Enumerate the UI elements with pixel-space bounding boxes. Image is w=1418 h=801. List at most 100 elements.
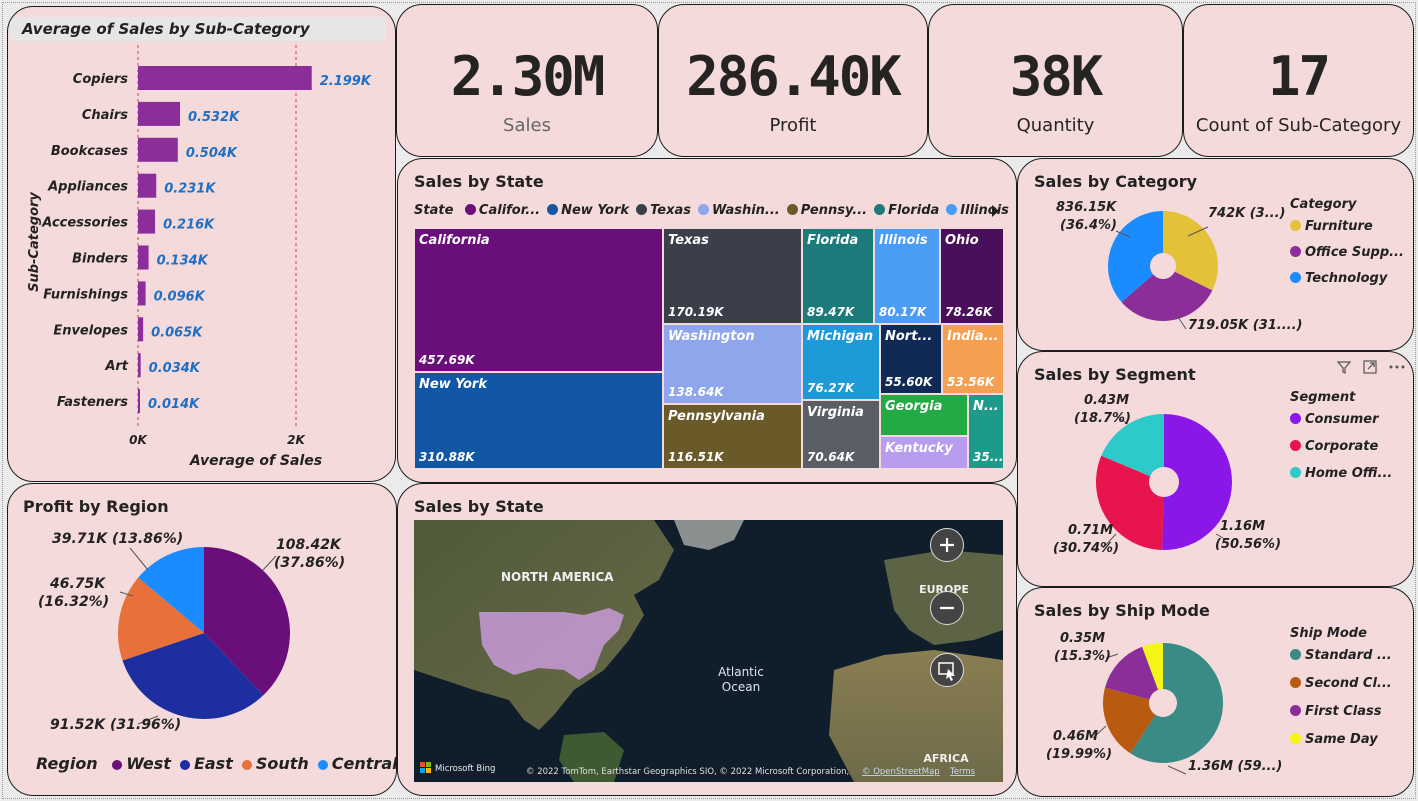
treemap-cell[interactable]: California 457.69K [414, 228, 663, 372]
bar[interactable] [138, 66, 312, 90]
treemap-cell-name: Pennsylvania [668, 409, 765, 424]
treemap-cell-value: 457.69K [419, 353, 475, 367]
map-terms-link[interactable]: Terms [949, 767, 976, 777]
treemap-cell[interactable]: Ohio 78.26K [940, 228, 1004, 324]
bar[interactable] [138, 101, 181, 126]
region-pie-card[interactable]: Profit by Region 108.42K (37.86%) 91.52K… [7, 483, 397, 796]
legend-item[interactable]: Second Cl... [1290, 676, 1392, 691]
treemap-area: California 457.69K New York 310.88K Texas 170… [414, 228, 1004, 469]
category-tick-label: Furnishings [43, 287, 128, 302]
legend-item[interactable]: Office Supp... [1290, 245, 1404, 260]
filter-icon[interactable] [1336, 359, 1352, 375]
kpi-profit-card[interactable]: 286.40K Profit [658, 4, 928, 157]
legend-item[interactable]: Califor... [464, 203, 540, 218]
category-tick-label: Envelopes [53, 323, 128, 338]
treemap-cell-name: Texas [668, 233, 709, 248]
legend-item[interactable]: Washin... [697, 203, 780, 218]
category-donut-card[interactable]: Sales by Category 742K (3...) 719.05K (3… [1017, 158, 1414, 351]
treemap-cell-name: Ohio [945, 233, 979, 248]
treemap-cell[interactable]: Texas 170.19K [663, 228, 802, 324]
treemap-cell[interactable]: Georgia [880, 394, 968, 436]
treemap-cell[interactable]: N... 35... [968, 394, 1004, 469]
treemap-cell[interactable]: Kentucky [880, 436, 968, 469]
kpi-count-card[interactable]: 17 Count of Sub-Category [1183, 4, 1414, 157]
legend-scroll-arrow-icon[interactable] [992, 205, 999, 217]
legend-item[interactable]: Central [317, 754, 397, 773]
region-label-east: 91.52K (31.96%) [50, 717, 182, 733]
category-tick-label: Accessories [41, 216, 128, 231]
legend-item[interactable]: West [112, 754, 171, 773]
treemap-cell[interactable]: Pennsylvania 116.51K [663, 404, 802, 469]
treemap-cell-value: 170.19K [668, 305, 724, 319]
bar-data-label: 0.216K [163, 218, 215, 233]
treemap-cell[interactable]: New York 310.88K [414, 372, 663, 469]
bar[interactable] [138, 281, 146, 306]
kpi-quantity-card[interactable]: 38K Quantity [928, 4, 1183, 157]
segment-label-consumer-pct: (50.56%) [1215, 537, 1282, 552]
state-treemap-card[interactable]: Sales by State State Califor... New York T… [397, 158, 1017, 483]
focus-mode-icon[interactable] [1362, 359, 1378, 375]
zoom-out-button[interactable] [930, 591, 964, 625]
legend-item[interactable]: Illinois [946, 203, 1009, 218]
bar[interactable] [138, 137, 178, 162]
legend-item[interactable]: Furniture [1290, 219, 1373, 234]
legend-label: Central [331, 754, 397, 773]
region-label-central: 39.71K (13.86%) [52, 531, 184, 547]
treemap-cell[interactable]: Florida 89.47K [802, 228, 874, 324]
legend-item[interactable]: Corporate [1290, 439, 1378, 454]
map-viewport[interactable]: NORTH AMERICA Atlantic Ocean EUROPE AFRI… [414, 520, 1003, 782]
treemap-cell[interactable]: Illinois 80.17K [874, 228, 940, 324]
kpi-sales-card[interactable]: 2.30M Sales [396, 4, 658, 157]
legend-item[interactable]: First Class [1290, 704, 1381, 719]
x-tick-label: 2K [287, 433, 306, 447]
category-legend: Category Furniture Office Supp... Technolog… [1290, 197, 1410, 307]
bar[interactable] [138, 317, 144, 342]
plus-icon [939, 537, 954, 552]
svg-text:Microsoft Bing: Microsoft Bing [435, 764, 495, 774]
legend-dot-icon [547, 204, 559, 215]
treemap-cell-value: 70.64K [807, 450, 855, 464]
treemap-cell[interactable]: Nort... 55.60K [880, 324, 942, 394]
category-label-furniture: 742K (3...) [1208, 206, 1286, 221]
legend-item[interactable]: Consumer [1290, 412, 1379, 427]
state-map-card[interactable]: Sales by State NORTH AMERICA Atlantic Oc… [397, 483, 1017, 796]
legend-dot-icon [1290, 733, 1301, 744]
legend-dot-icon [464, 204, 476, 215]
legend-item[interactable]: Texas [636, 203, 691, 218]
shipmode-label-first-pct: (15.3%) [1054, 649, 1111, 664]
shipmode-donut-card[interactable]: Sales by Ship Mode 1.36M (59...) 0.46M (… [1017, 587, 1414, 797]
bar[interactable] [138, 245, 149, 270]
treemap-cell-name: India... [947, 329, 999, 344]
zoom-in-button[interactable] [930, 528, 964, 562]
legend-dot-icon [636, 204, 648, 215]
subcategory-bar-card[interactable]: Average of Sales by Sub-Category Sub-Cat… [7, 6, 396, 482]
treemap-cell[interactable]: Washington 138.64K [663, 324, 802, 404]
bar[interactable] [138, 353, 141, 378]
segment-donut-card[interactable]: Sales by Segment 1.16M (50.56%) 0.71M (3… [1017, 351, 1414, 587]
bar[interactable] [138, 173, 157, 198]
treemap-cell[interactable]: India... 53.56K [942, 324, 1004, 394]
legend-item[interactable]: East [179, 754, 233, 773]
treemap-cell-name: Washington [668, 329, 755, 344]
legend-item[interactable]: Technology [1290, 271, 1387, 286]
legend-item[interactable]: Florida [874, 203, 939, 218]
region-legend-title: Region [36, 754, 98, 773]
treemap-cell-value: 310.88K [419, 450, 475, 464]
more-options-icon[interactable] [1388, 359, 1406, 375]
legend-item[interactable]: Home Offi... [1290, 466, 1392, 481]
treemap-cell-name: N... [973, 399, 999, 414]
map-osm-link[interactable]: © OpenStreetMap [862, 767, 940, 777]
legend-item[interactable]: Pennsy... [786, 203, 867, 218]
treemap-cell-name: Nort... [885, 329, 933, 344]
legend-item[interactable]: Same Day [1290, 732, 1378, 747]
bar[interactable] [138, 389, 140, 414]
treemap-cell-name: Virginia [807, 405, 864, 420]
legend-item[interactable]: New York [547, 203, 629, 218]
treemap-cell[interactable]: Virginia 70.64K [802, 400, 880, 469]
treemap-cell[interactable]: Michigan 76.27K [802, 324, 880, 400]
legend-item[interactable]: South [241, 754, 309, 773]
legend-item[interactable]: Standard ... [1290, 648, 1392, 663]
legend-dot-icon [1290, 705, 1301, 716]
bar[interactable] [138, 209, 156, 234]
select-area-button[interactable] [930, 653, 964, 687]
